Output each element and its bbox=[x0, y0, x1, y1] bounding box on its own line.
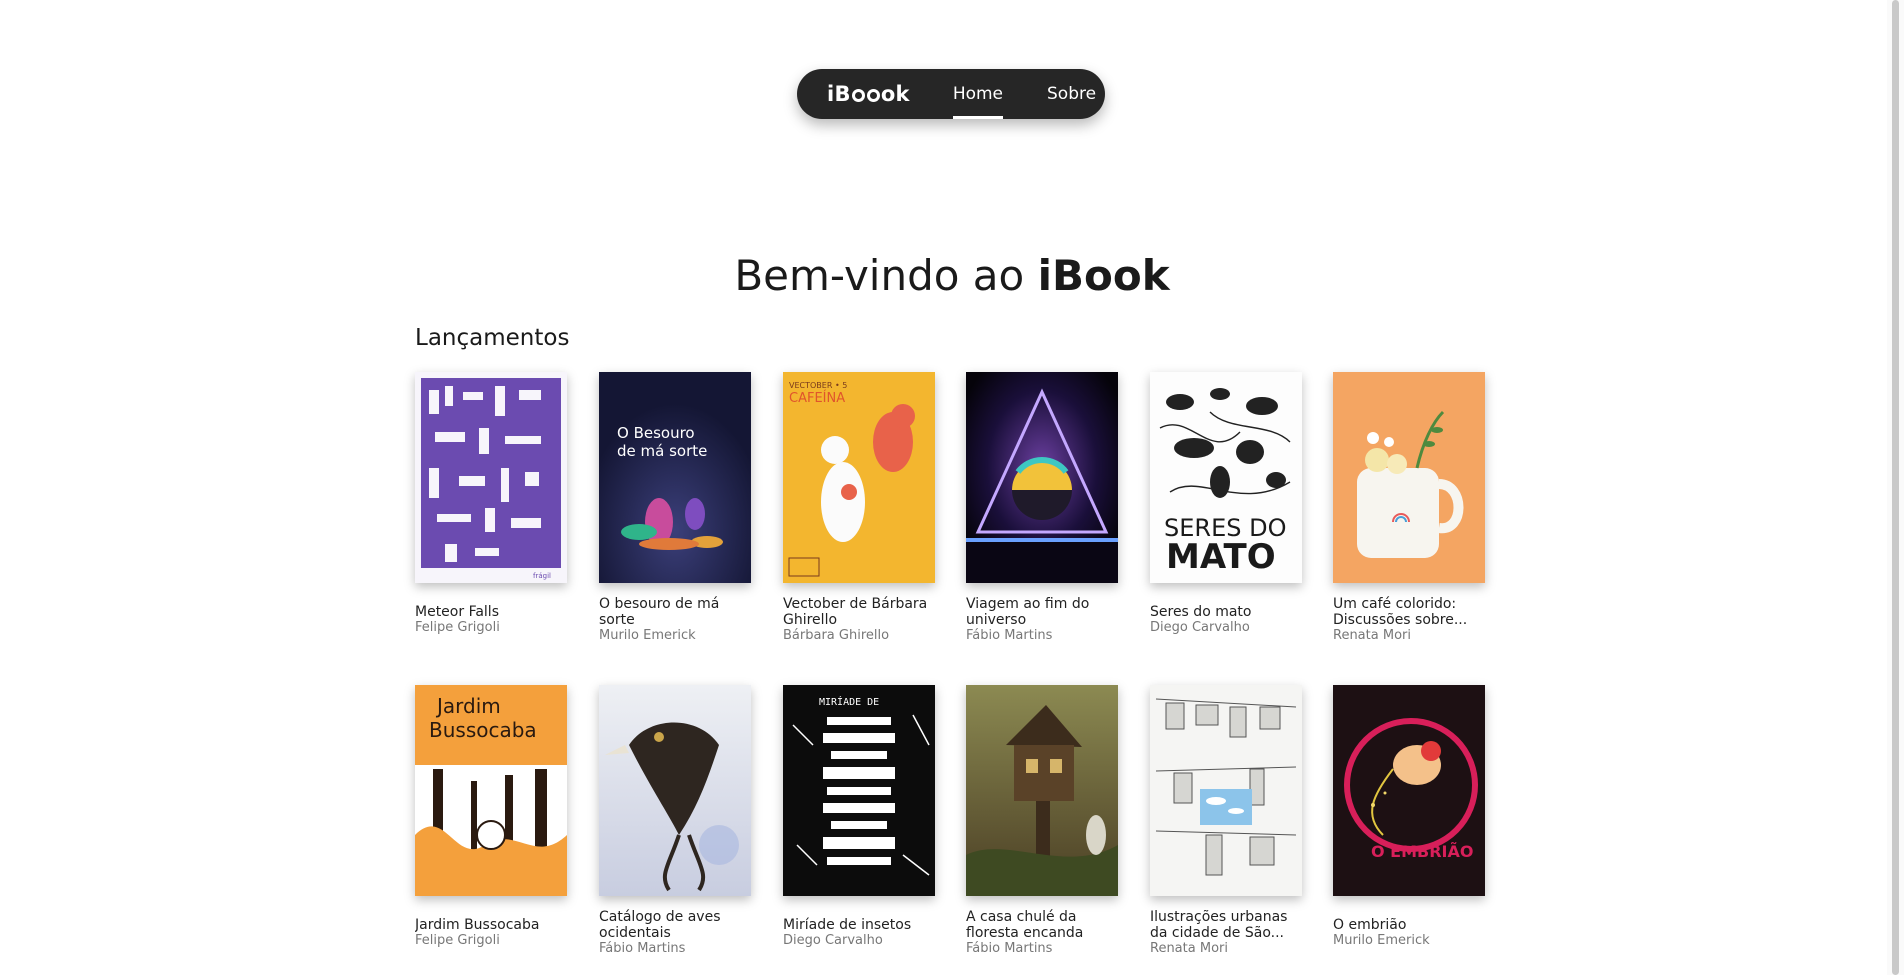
book-card[interactable]: Catálogo de aves ocidentais Fábio Martin… bbox=[599, 685, 751, 956]
book-o-icon-2 bbox=[866, 88, 880, 102]
book-card[interactable]: O Besouro de má sorte O besouro de má so… bbox=[599, 372, 751, 643]
scrollbar-thumb[interactable] bbox=[1892, 0, 1899, 975]
svg-text:frágil: frágil bbox=[533, 572, 551, 580]
book-meta: Miríade de insetos Diego Carvalho bbox=[783, 896, 935, 968]
svg-text:MATO: MATO bbox=[1166, 537, 1276, 577]
book-cover[interactable] bbox=[1150, 685, 1302, 896]
book-card[interactable]: Jardim Bussocaba Jardim Bussocaba Felipe… bbox=[415, 685, 567, 948]
book-author: Fábio Martins bbox=[599, 940, 686, 956]
cover-miriade-insetos: MIRÍADE DE bbox=[783, 685, 935, 896]
book-cover[interactable]: MIRÍADE DE bbox=[783, 685, 935, 896]
svg-text:Jardim: Jardim bbox=[435, 694, 501, 718]
cover-embriao: O EMBRIÃO bbox=[1333, 685, 1485, 896]
book-title[interactable]: A casa chulé da floresta encanda bbox=[966, 909, 1118, 941]
cover-ilustracoes-urbanas bbox=[1150, 685, 1302, 896]
book-author: Renata Mori bbox=[1333, 627, 1411, 643]
page-title: Bem-vindo ao iBook bbox=[0, 250, 1904, 302]
logo-prefix: iB bbox=[827, 82, 851, 106]
book-meta: Um café colorido: Discussões sobre... Re… bbox=[1333, 583, 1485, 655]
book-card[interactable]: O EMBRIÃO O embrião Murilo Emerick bbox=[1333, 685, 1485, 948]
svg-text:MIRÍADE DE: MIRÍADE DE bbox=[819, 695, 879, 708]
book-meta: Vectober de Bárbara Ghirello Bárbara Ghi… bbox=[783, 583, 935, 655]
book-author: Renata Mori bbox=[1150, 940, 1228, 956]
book-card[interactable]: Viagem ao fim do universo Fábio Martins bbox=[966, 372, 1118, 643]
book-title[interactable]: Jardim Bussocaba bbox=[415, 917, 567, 933]
book-card[interactable]: Ilustrações urbanas da cidade de São... … bbox=[1150, 685, 1302, 956]
svg-text:O EMBRIÃO: O EMBRIÃO bbox=[1371, 842, 1473, 861]
cover-casa-chule bbox=[966, 685, 1118, 896]
svg-text:Bussocaba: Bussocaba bbox=[429, 718, 537, 742]
book-meta: Jardim Bussocaba Felipe Grigoli bbox=[415, 896, 567, 968]
book-cover[interactable] bbox=[966, 685, 1118, 896]
book-title[interactable]: Um café colorido: Discussões sobre... bbox=[1333, 596, 1485, 628]
book-title[interactable]: Miríade de insetos bbox=[783, 917, 935, 933]
book-cover[interactable]: SERES DO MATO bbox=[1150, 372, 1302, 583]
book-card[interactable]: A casa chulé da floresta encanda Fábio M… bbox=[966, 685, 1118, 956]
book-author: Felipe Grigoli bbox=[415, 932, 500, 948]
svg-text:de má sorte: de má sorte bbox=[617, 442, 707, 460]
book-title[interactable]: Vectober de Bárbara Ghirello bbox=[783, 596, 935, 628]
book-author: Bárbara Ghirello bbox=[783, 627, 890, 643]
book-author: Fábio Martins bbox=[966, 940, 1053, 956]
cover-besouro: O Besouro de má sorte bbox=[599, 372, 751, 583]
book-title[interactable]: Viagem ao fim do universo bbox=[966, 596, 1118, 628]
page-title-brand: iBook bbox=[1037, 251, 1170, 300]
cover-jardim-bussocaba: Jardim Bussocaba bbox=[415, 685, 567, 896]
cover-cafe-colorido bbox=[1333, 372, 1485, 583]
book-title[interactable]: Ilustrações urbanas da cidade de São... bbox=[1150, 909, 1302, 941]
cover-meteor-falls: frágil bbox=[415, 372, 567, 583]
book-meta: Seres do mato Diego Carvalho bbox=[1150, 583, 1302, 655]
book-title[interactable]: Seres do mato bbox=[1150, 604, 1302, 620]
book-meta: Meteor Falls Felipe Grigoli bbox=[415, 583, 567, 655]
book-card[interactable]: VECTOBER • 5 CAFEÍNA Vectober de Bárbara… bbox=[783, 372, 935, 643]
book-meta: A casa chulé da floresta encanda Fábio M… bbox=[966, 896, 1118, 968]
book-cover[interactable]: O EMBRIÃO bbox=[1333, 685, 1485, 896]
cover-vectober: VECTOBER • 5 CAFEÍNA bbox=[783, 372, 935, 583]
book-cover[interactable]: frágil bbox=[415, 372, 567, 583]
book-title[interactable]: Catálogo de aves ocidentais bbox=[599, 909, 751, 941]
svg-text:O Besouro: O Besouro bbox=[617, 424, 695, 442]
book-author: Diego Carvalho bbox=[1150, 619, 1250, 635]
book-o-icon bbox=[851, 88, 865, 102]
book-cover[interactable] bbox=[599, 685, 751, 896]
book-cover[interactable] bbox=[966, 372, 1118, 583]
book-card[interactable]: MIRÍADE DE Miríade de insetos Diego Carv… bbox=[783, 685, 935, 948]
book-author: Murilo Emerick bbox=[599, 627, 696, 643]
top-nav: iB ok Home Sobre bbox=[797, 69, 1105, 119]
book-title[interactable]: Meteor Falls bbox=[415, 604, 567, 620]
book-meta: Viagem ao fim do universo Fábio Martins bbox=[966, 583, 1118, 655]
book-author: Diego Carvalho bbox=[783, 932, 883, 948]
book-meta: Ilustrações urbanas da cidade de São... … bbox=[1150, 896, 1302, 968]
section-title-lancamentos: Lançamentos bbox=[415, 325, 570, 351]
cover-catalogo-aves bbox=[599, 685, 751, 896]
cover-seres-do-mato: SERES DO MATO bbox=[1150, 372, 1302, 583]
book-author: Felipe Grigoli bbox=[415, 619, 500, 635]
ibook-logo[interactable]: iB ok bbox=[827, 69, 910, 119]
nav-link-sobre[interactable]: Sobre bbox=[1047, 69, 1096, 119]
svg-text:VECTOBER • 5: VECTOBER • 5 bbox=[789, 381, 847, 390]
nav-link-home[interactable]: Home bbox=[952, 69, 1004, 119]
book-meta: O embrião Murilo Emerick bbox=[1333, 896, 1485, 968]
book-cover[interactable]: Jardim Bussocaba bbox=[415, 685, 567, 896]
book-cover[interactable] bbox=[1333, 372, 1485, 583]
logo-suffix: ok bbox=[880, 82, 910, 106]
book-meta: O besouro de má sorte Murilo Emerick bbox=[599, 583, 751, 655]
book-card[interactable]: frágil Meteor Falls Felipe Grigoli bbox=[415, 372, 567, 635]
book-card[interactable]: SERES DO MATO Seres do mato Diego Carval… bbox=[1150, 372, 1302, 635]
book-cover[interactable]: O Besouro de má sorte bbox=[599, 372, 751, 583]
page-title-prefix: Bem-vindo ao bbox=[734, 251, 1038, 300]
book-title[interactable]: O embrião bbox=[1333, 917, 1485, 933]
svg-text:CAFEÍNA: CAFEÍNA bbox=[789, 390, 845, 406]
book-card[interactable]: Um café colorido: Discussões sobre... Re… bbox=[1333, 372, 1485, 643]
book-author: Fábio Martins bbox=[966, 627, 1053, 643]
book-cover[interactable]: VECTOBER • 5 CAFEÍNA bbox=[783, 372, 935, 583]
cover-viagem-universo bbox=[966, 372, 1118, 583]
book-title[interactable]: O besouro de má sorte bbox=[599, 596, 751, 628]
page-scrollbar[interactable] bbox=[1887, 0, 1904, 975]
book-meta: Catálogo de aves ocidentais Fábio Martin… bbox=[599, 896, 751, 968]
book-author: Murilo Emerick bbox=[1333, 932, 1430, 948]
